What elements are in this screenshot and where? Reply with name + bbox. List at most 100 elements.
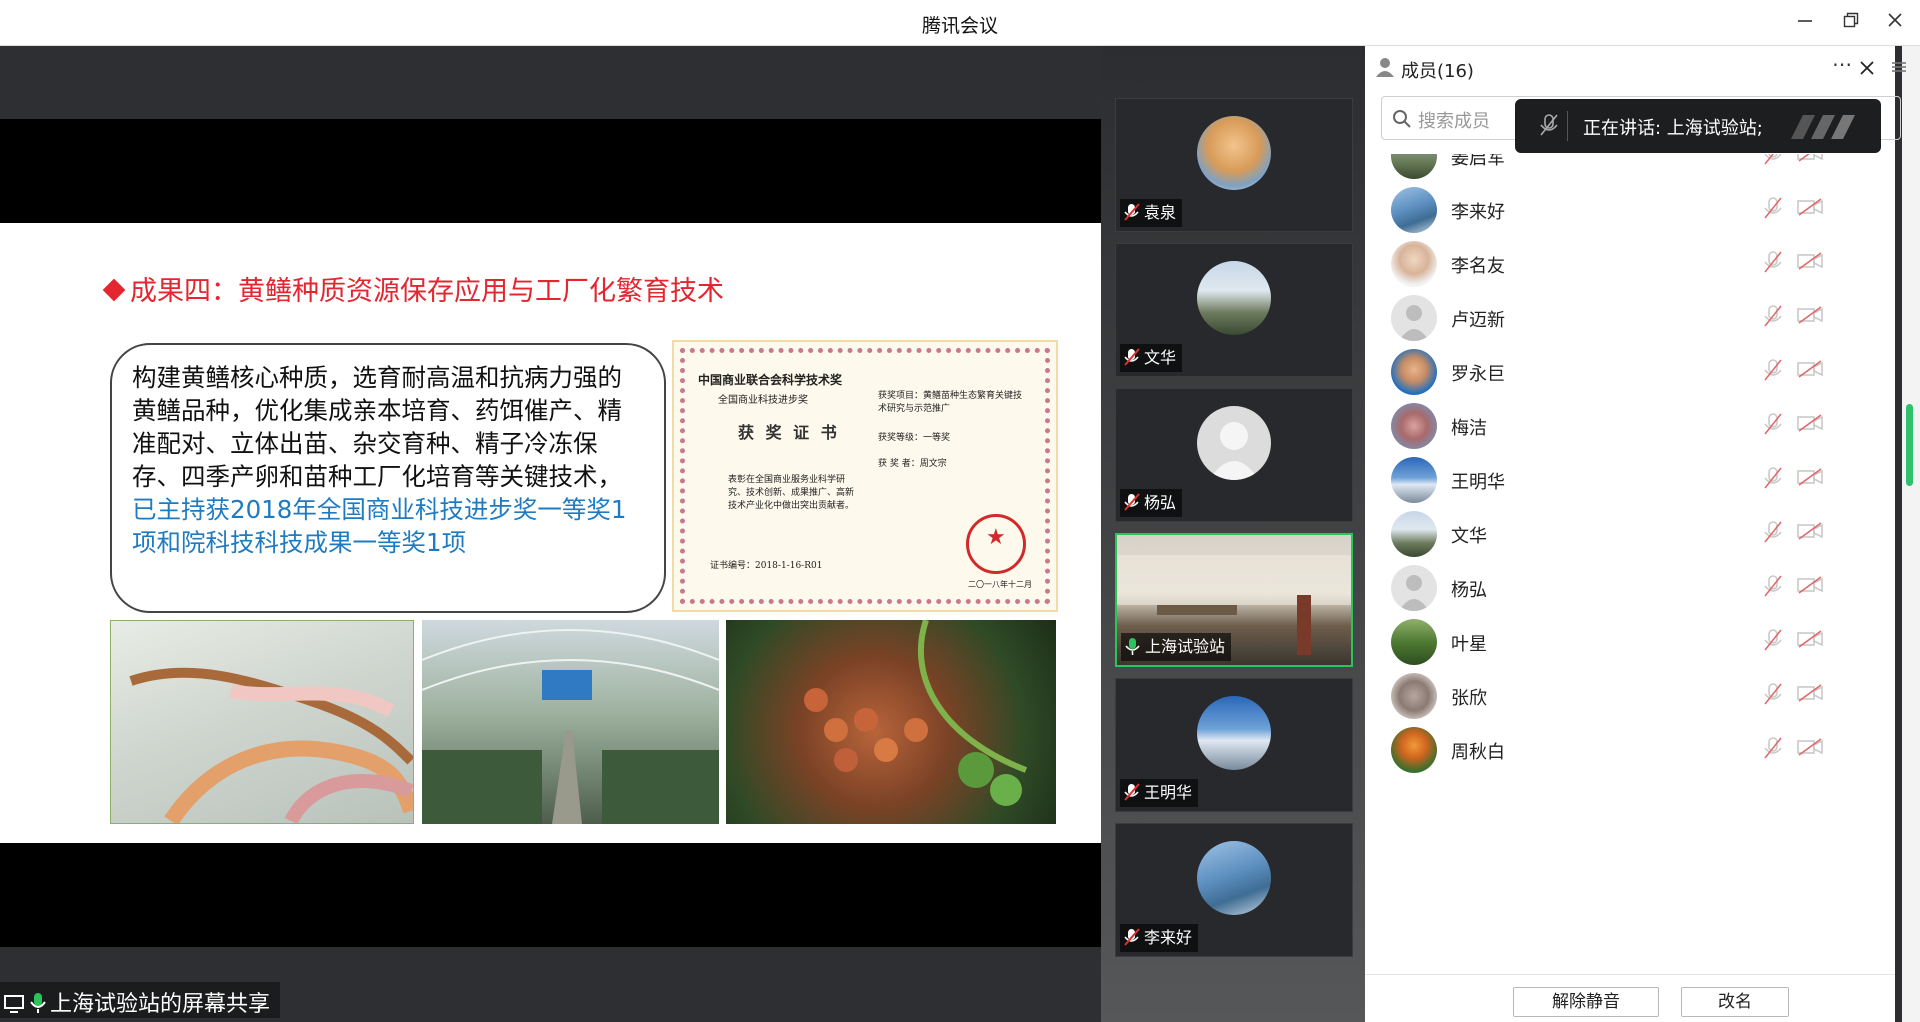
screen-share-icon: [4, 994, 26, 1020]
video-tile[interactable]: 李来好: [1115, 823, 1353, 957]
avatar: [1391, 619, 1437, 665]
cert-org: 中国商业联合会科学技术奖: [698, 373, 843, 387]
camera-off-icon[interactable]: [1797, 684, 1823, 706]
member-name: 张欣: [1451, 688, 1487, 709]
cert-body: 表彰在全国商业服务业科学研究、技术创新、成果推广、高新技术产业化中做出突出贡献者…: [728, 475, 855, 511]
diamond-bullet-icon: [102, 278, 126, 302]
member-name: 梅洁: [1451, 418, 1487, 439]
share-label-text: 上海试验站的屏幕共享: [50, 992, 271, 1017]
camera-off-icon[interactable]: [1797, 414, 1823, 436]
mic-muted-icon: [1124, 782, 1142, 810]
tile-name: 王明华: [1144, 783, 1193, 802]
video-tile[interactable]: 袁泉: [1115, 98, 1353, 232]
avatar: [1197, 116, 1271, 190]
avatar: [1391, 727, 1437, 773]
member-name: 罗永巨: [1451, 364, 1505, 385]
screen-share-area[interactable]: 成果四：黄鳝种质资源保存应用与工厂化繁育技术 构建黄鳝核心种质，选育耐高温和抗病…: [0, 46, 1101, 1022]
side-strip: [1902, 46, 1920, 1022]
certificate-image: 中国商业联合会科学技术奖 全国商业科技进步奖 获 奖 证 书 表彰在全国商业服务…: [672, 340, 1058, 612]
mic-muted-icon[interactable]: [1763, 683, 1783, 709]
mic-muted-icon[interactable]: [1763, 305, 1783, 331]
cert-date: 二〇一八年十二月: [968, 580, 1032, 589]
mic-muted-icon[interactable]: [1763, 197, 1783, 223]
menu-icon[interactable]: [1892, 58, 1906, 77]
cert-level: 获奖等级：一等奖: [878, 433, 951, 443]
rename-button[interactable]: 改名: [1681, 987, 1789, 1017]
avatar: [1391, 187, 1437, 233]
cert-award: 全国商业科技进步奖: [718, 395, 808, 406]
mic-on-icon: [30, 992, 46, 1020]
camera-off-icon[interactable]: [1797, 738, 1823, 760]
letterbox-top: [0, 119, 1101, 223]
tile-name: 袁泉: [1144, 203, 1177, 222]
slide-title: 成果四：黄鳝种质资源保存应用与工厂化繁育技术: [102, 269, 724, 308]
video-tile-active[interactable]: 上海试验站: [1115, 533, 1353, 667]
more-options-icon[interactable]: ⋯: [1832, 52, 1853, 76]
red-seal-icon: ★: [966, 514, 1026, 574]
unmute-all-button[interactable]: 解除静音: [1513, 987, 1659, 1017]
cert-number: 证书编号：2018-1-16-R01: [710, 561, 823, 571]
members-scrollbar[interactable]: [1906, 404, 1913, 486]
member-name: 文华: [1451, 526, 1487, 547]
eels-photo: [110, 620, 414, 824]
mic-muted-icon[interactable]: [1763, 629, 1783, 655]
member-row[interactable]: 周秋白: [1365, 716, 1885, 782]
mic-muted-icon[interactable]: [1763, 521, 1783, 547]
camera-off-icon[interactable]: [1797, 154, 1823, 166]
members-icon: [1375, 57, 1395, 81]
member-name: 叶星: [1451, 634, 1487, 655]
default-avatar-icon: [1391, 565, 1437, 611]
camera-off-icon[interactable]: [1797, 522, 1823, 544]
avatar: [1391, 349, 1437, 395]
slide-text-box: 构建黄鳝核心种质，选育耐高温和抗病力强的黄鳝品种，优化集成亲本培育、药饵催产、精…: [110, 343, 666, 613]
video-tile[interactable]: 文华: [1115, 243, 1353, 377]
mic-muted-icon[interactable]: [1763, 575, 1783, 601]
mic-muted-icon[interactable]: [1763, 413, 1783, 439]
member-name: 杨弘: [1451, 580, 1487, 601]
camera-off-icon[interactable]: [1797, 360, 1823, 382]
camera-off-icon[interactable]: [1797, 198, 1823, 220]
avatar: [1391, 241, 1437, 287]
mic-muted-icon: [1124, 347, 1142, 375]
meeting-window: 腾讯会议 成果四：黄鳝种质资源保存应用与工厂化繁育技术 构建黄鳝核心种质，选育耐…: [0, 0, 1920, 1022]
avatar: [1391, 457, 1437, 503]
letterbox-bottom: [0, 843, 1101, 947]
mic-muted-icon[interactable]: [1763, 154, 1783, 169]
tile-name: 文华: [1144, 348, 1177, 367]
camera-off-icon[interactable]: [1797, 306, 1823, 328]
mic-muted-icon: [1124, 492, 1142, 520]
close-panel-icon[interactable]: [1859, 52, 1875, 82]
video-tile[interactable]: 王明华: [1115, 678, 1353, 812]
minimize-icon[interactable]: [1790, 8, 1820, 38]
tile-name: 李来好: [1144, 928, 1193, 947]
mic-muted-icon: [1124, 927, 1142, 955]
cert-winner: 获 奖 者：周文宗: [878, 459, 947, 469]
camera-off-icon[interactable]: [1797, 630, 1823, 652]
mic-muted-icon: [1124, 202, 1142, 230]
member-name: 李来好: [1451, 202, 1505, 223]
camera-off-icon[interactable]: [1797, 576, 1823, 598]
members-panel: 成员(16) ⋯ 搜索成员 正在讲话: 上海试验站; 姜启军 李来好 李名友 卢…: [1365, 46, 1901, 1022]
mic-muted-icon[interactable]: [1763, 359, 1783, 385]
video-tile[interactable]: 杨弘: [1115, 388, 1353, 522]
mic-muted-icon[interactable]: [1763, 737, 1783, 763]
mic-muted-icon[interactable]: [1763, 467, 1783, 493]
camera-off-icon[interactable]: [1797, 468, 1823, 490]
member-name: 周秋白: [1451, 742, 1505, 763]
shared-slide: 成果四：黄鳝种质资源保存应用与工厂化繁育技术 构建黄鳝核心种质，选育耐高温和抗病…: [0, 223, 1101, 843]
cert-project: 获奖项目：黄鳝苗种生态繁育关键技术研究与示范推广: [878, 391, 1023, 414]
avatar: [1197, 696, 1271, 770]
avatar: [1391, 673, 1437, 719]
camera-off-icon[interactable]: [1797, 252, 1823, 274]
tile-name: 杨弘: [1144, 493, 1177, 512]
sound-wave-icon: [1791, 115, 1861, 143]
close-window-icon[interactable]: [1880, 8, 1910, 38]
members-title: 成员(16): [1401, 61, 1474, 82]
avatar: [1197, 261, 1271, 335]
mic-muted-icon[interactable]: [1763, 251, 1783, 277]
search-icon: [1392, 109, 1412, 133]
restore-icon[interactable]: [1836, 8, 1866, 38]
slide-highlight-text: 已主持获2018年全国商业科技进步奖一等奖1项和院科技科技成果一等奖1项: [132, 495, 627, 557]
window-title: 腾讯会议: [921, 15, 998, 37]
members-list[interactable]: 姜启军 李来好 李名友 卢迈新 罗永巨 梅洁 王明华 文华 杨弘 叶星 张欣 周…: [1365, 154, 1895, 974]
